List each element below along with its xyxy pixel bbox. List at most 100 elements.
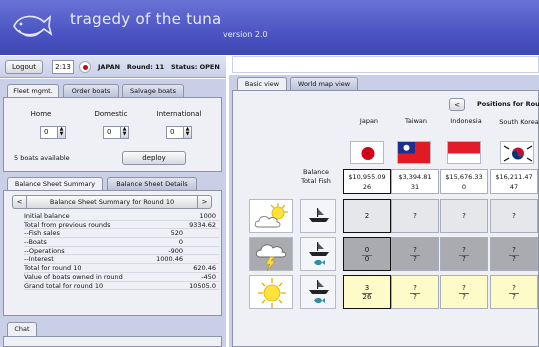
international-label: International bbox=[156, 110, 202, 118]
next-round-button[interactable]: > bbox=[197, 196, 211, 208]
row-label: Initial balance bbox=[24, 212, 70, 220]
japan-balance-cell: $10,955.09 26 bbox=[343, 169, 391, 194]
fish-count: ? bbox=[512, 293, 516, 301]
international-stepper[interactable]: 0 ▲ ▼ bbox=[166, 126, 192, 139]
boat-count: ? bbox=[512, 246, 516, 254]
table-row: Total from previous rounds 9334.62 bbox=[24, 221, 219, 230]
zone-weather-box bbox=[249, 199, 293, 233]
sunny-icon bbox=[258, 278, 286, 308]
stepper-arrows-icon[interactable]: ▲ ▼ bbox=[183, 127, 191, 138]
tab-world-map-view[interactable]: World map view bbox=[290, 77, 358, 91]
total-fish-label: Total Fish bbox=[301, 177, 331, 185]
stepper-arrows-icon[interactable]: ▲ ▼ bbox=[120, 127, 128, 138]
app-title: tragedy of the tuna bbox=[70, 10, 222, 28]
row-total: 1000 bbox=[199, 212, 216, 220]
fishing-boat-icon bbox=[309, 208, 329, 222]
stepper-arrows-icon[interactable]: ▲ ▼ bbox=[57, 127, 65, 138]
balance-label: Balance bbox=[303, 168, 329, 176]
japan-flag-icon bbox=[79, 61, 91, 73]
zone-cell-taiwan: ? bbox=[391, 199, 439, 233]
country-taiwan: Taiwan bbox=[404, 117, 428, 125]
tab-balance-details[interactable]: Balance Sheet Details bbox=[107, 177, 197, 191]
boat-count: ? bbox=[462, 212, 466, 220]
table-row: --Interest 1000.46 bbox=[24, 255, 219, 265]
zone-boat-box bbox=[300, 275, 336, 309]
zone-cell-japan: 3 26 bbox=[343, 275, 391, 309]
prev-round-button[interactable]: < bbox=[13, 196, 27, 208]
round-number: Round: 11 bbox=[126, 63, 165, 71]
tab-salvage-boats[interactable]: Salvage boats bbox=[122, 84, 184, 98]
deploy-button[interactable]: deploy bbox=[122, 151, 186, 165]
country-japan: Japan bbox=[359, 117, 379, 125]
zone-boat-box bbox=[300, 237, 336, 271]
row-label: Grand total for round 10 bbox=[24, 281, 104, 290]
logout-button[interactable]: Logout bbox=[5, 60, 43, 74]
indonesia-balance-cell: $15,676.33 0 bbox=[440, 169, 488, 194]
positions-prev-button[interactable]: < bbox=[449, 98, 465, 111]
zone-cell-japan: 2 bbox=[343, 199, 391, 233]
row-value: 0 bbox=[178, 238, 183, 247]
fish-value: 0 bbox=[461, 183, 467, 191]
zone-boat-box bbox=[300, 199, 336, 233]
row-total: 10505.0 bbox=[189, 281, 216, 290]
tab-chat[interactable]: Chat bbox=[7, 322, 37, 336]
app-header: tragedy of the tuna version 2.0 bbox=[0, 0, 539, 55]
zone-cell-south-korea: ?? bbox=[490, 275, 538, 309]
international-stepper-value: 0 bbox=[170, 128, 175, 136]
row-label: Total for round 10 bbox=[24, 264, 82, 273]
balance-sheet-panel: < Balance Sheet Summary for Round 10 > I… bbox=[3, 190, 222, 316]
fish-count: 0 bbox=[364, 255, 370, 263]
fishing-boat-icon bbox=[309, 242, 329, 256]
fleet-mgmt-panel: Home Domestic International 0 ▲ ▼ 0 ▲ ▼ 0 … bbox=[3, 97, 222, 172]
balance-title: Balance Sheet Summary for Round 10 bbox=[49, 198, 175, 206]
table-row: Grand total for round 10 10505.0 bbox=[24, 282, 219, 291]
message-bar bbox=[232, 56, 539, 73]
country-name: JAPAN bbox=[98, 63, 121, 71]
row-label: --Operations bbox=[24, 246, 65, 255]
row-total: 620.46 bbox=[193, 264, 216, 273]
boat-count: ? bbox=[413, 246, 417, 254]
domestic-stepper[interactable]: 0 ▲ ▼ bbox=[103, 126, 129, 139]
tab-fleet-mgmt[interactable]: Fleet mgmt. bbox=[7, 84, 59, 98]
balance-nav-bar: < Balance Sheet Summary for Round 10 > bbox=[12, 195, 212, 209]
row-label: --Fish sales bbox=[24, 229, 60, 238]
tab-basic-view[interactable]: Basic view bbox=[237, 77, 287, 91]
table-row: --Operations -900 bbox=[24, 247, 219, 256]
row-total: -450 bbox=[201, 272, 216, 281]
game-status: Status: OPEN bbox=[170, 63, 220, 71]
balance-value: $3,394.81 bbox=[398, 173, 432, 181]
tab-balance-summary[interactable]: Balance Sheet Summary bbox=[7, 177, 103, 191]
zone-cell-taiwan: ?? bbox=[391, 275, 439, 309]
status-text: JAPAN Round: 11 Status: OPEN bbox=[98, 63, 220, 71]
balance-value: $15,676.33 bbox=[445, 173, 483, 181]
boat-count: 2 bbox=[364, 212, 370, 220]
fish-count: ? bbox=[462, 293, 466, 301]
boat-count: ? bbox=[512, 212, 516, 220]
row-value: -900 bbox=[168, 246, 183, 255]
fish-icon bbox=[314, 297, 325, 304]
fishing-boat-icon bbox=[309, 280, 329, 294]
table-row: --Boats 0 bbox=[24, 238, 219, 247]
zone-cell-indonesia: ? bbox=[440, 199, 488, 233]
taiwan-flag-icon bbox=[397, 141, 431, 164]
row-label: Total from previous rounds bbox=[24, 220, 111, 229]
row-label: --Boats bbox=[24, 238, 47, 247]
boat-count: ? bbox=[413, 284, 417, 292]
balance-value: $10,955.09 bbox=[348, 173, 386, 181]
zone-cell-taiwan: ?? bbox=[391, 237, 439, 271]
home-stepper-value: 0 bbox=[44, 128, 49, 136]
zone-cell-south-korea: ? bbox=[490, 199, 538, 233]
balance-table: Initial balance 1000 Total from previous … bbox=[24, 212, 219, 291]
taiwan-balance-cell: $3,394.81 31 bbox=[391, 169, 439, 194]
fish-count: ? bbox=[413, 255, 417, 263]
home-stepper[interactable]: 0 ▲ ▼ bbox=[40, 126, 66, 139]
table-row: Total for round 10 620.46 bbox=[24, 264, 219, 273]
zone-cell-indonesia: ?? bbox=[440, 237, 488, 271]
fish-count: ? bbox=[413, 293, 417, 301]
tab-order-boats[interactable]: Order boats bbox=[63, 84, 119, 98]
row-value: 520 bbox=[170, 229, 183, 238]
storm-icon bbox=[255, 244, 287, 272]
table-row: Value of boats owned in round -450 bbox=[24, 273, 219, 282]
fish-count: 26 bbox=[362, 293, 372, 301]
app-version: version 2.0 bbox=[223, 30, 268, 39]
